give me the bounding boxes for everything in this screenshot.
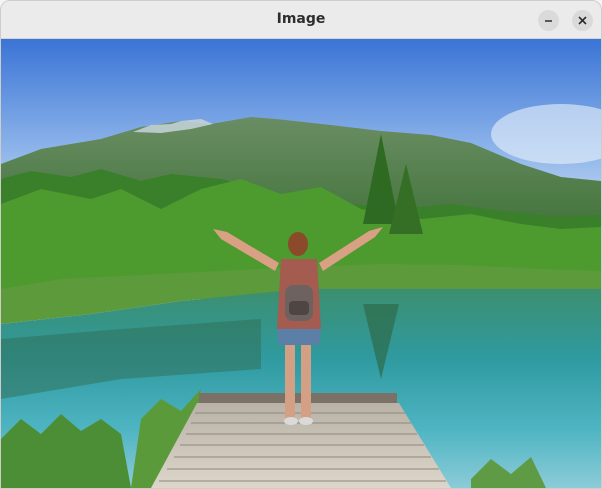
landscape-photo [1, 39, 601, 488]
minimize-icon [545, 20, 552, 22]
close-button[interactable] [572, 10, 593, 31]
close-icon [578, 16, 587, 25]
title-bar[interactable]: Image [1, 1, 601, 39]
minimize-button[interactable] [538, 10, 559, 31]
image-viewport[interactable] [1, 39, 601, 488]
window-title: Image [276, 11, 326, 27]
app-window: Image [0, 0, 602, 489]
dock-edge [199, 393, 397, 403]
